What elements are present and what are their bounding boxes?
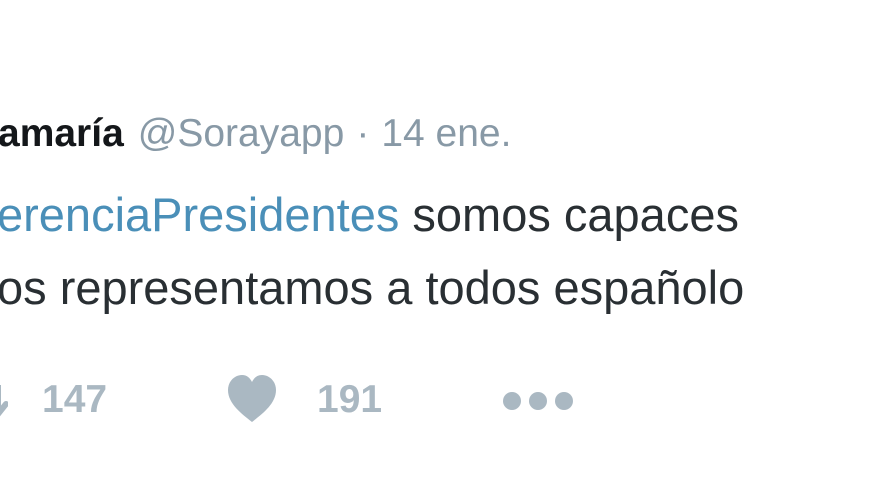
author-handle[interactable]: @Sorayapp [138,112,345,155]
tweet-card: amaría @Sorayapp · 14 ene. erenciaPresident… [0,0,880,495]
like-count[interactable]: 191 [317,372,382,428]
tweet-text-line-1: erenciaPresidentes somos capaces [0,178,744,251]
header-separator: · [356,112,370,155]
more-dots-icon[interactable] [500,386,576,416]
tweet-text: erenciaPresidentes somos capaces os repr… [0,178,744,324]
retweet-count[interactable]: 147 [42,372,107,428]
tweet-actions: 147 191 [0,372,880,428]
tweet-text-line-2: os representamos a todos españolo [0,261,745,314]
tweet-text-line-1-rest: somos capaces [399,188,739,241]
author-name[interactable]: amaría [0,112,124,155]
hashtag-link[interactable]: erenciaPresidentes [0,188,399,241]
tweet-timestamp[interactable]: 14 ene. [381,112,511,155]
heart-icon[interactable] [224,372,280,426]
tweet-header: amaría @Sorayapp · 14 ene. [0,110,511,158]
retweet-icon[interactable] [0,382,8,418]
